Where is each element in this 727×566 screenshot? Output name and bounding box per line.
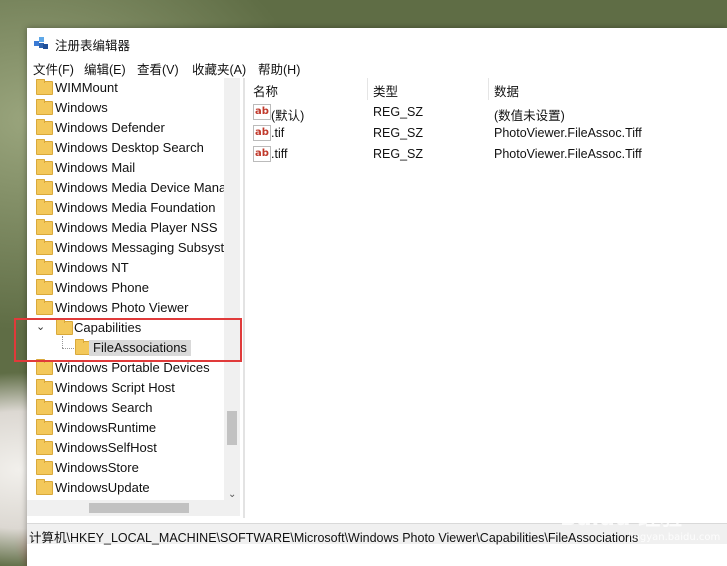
- value-data: PhotoViewer.FileAssoc.Tiff: [494, 147, 642, 161]
- registry-path: 计算机\HKEY_LOCAL_MACHINE\SOFTWARE\Microsof…: [29, 531, 639, 545]
- tree-item-label: Windows Messaging Subsyst: [55, 240, 225, 255]
- pane-splitter[interactable]: [243, 78, 245, 518]
- tree-item[interactable]: Windows Mail: [27, 158, 240, 178]
- tree-item[interactable]: Windows Search: [27, 398, 240, 418]
- string-value-icon: ab: [253, 146, 271, 162]
- tree-item[interactable]: Windows Phone: [27, 278, 240, 298]
- folder-icon: [36, 239, 53, 255]
- value-name: (默认): [271, 109, 305, 123]
- tree-item[interactable]: Windows Desktop Search: [27, 138, 240, 158]
- tree-item-label: WIMMount: [55, 80, 118, 95]
- tree-item-label: Windows NT: [55, 260, 129, 275]
- folder-icon: [36, 199, 53, 215]
- value-type: REG_SZ: [373, 126, 424, 140]
- tree-vertical-scroll-thumb[interactable]: [227, 411, 237, 445]
- folder-icon: [36, 159, 53, 175]
- tree-item[interactable]: WindowsSelfHost: [27, 438, 240, 458]
- tree-vertical-scrollbar[interactable]: ⌄: [224, 78, 240, 500]
- tree-item-label: WindowsRuntime: [55, 420, 157, 435]
- title-bar: 注册表编辑器: [27, 28, 727, 56]
- tree-horizontal-scroll-thumb[interactable]: [89, 503, 189, 513]
- tree-item-label: Windows Script Host: [55, 380, 175, 395]
- tree-item[interactable]: Windows Media Player NSS: [27, 218, 240, 238]
- tree-item-label: Windows Mail: [55, 160, 136, 175]
- column-header-data[interactable]: 数据: [494, 81, 519, 100]
- folder-icon: [36, 99, 53, 115]
- tree-item[interactable]: WIMMount: [27, 78, 240, 98]
- folder-icon: [36, 359, 53, 375]
- registry-tree[interactable]: WIMMount Windows Windows Defender Window…: [27, 78, 240, 530]
- tree-item-label: Windows Defender: [55, 120, 165, 135]
- tree-item-label: Windows Phone: [55, 280, 149, 295]
- value-row[interactable]: ab .tiff REG_SZ PhotoViewer.FileAssoc.Ti…: [247, 144, 727, 164]
- tree-item-label: WindowsUpdate: [55, 480, 150, 495]
- tree-item-label: Windows Photo Viewer: [55, 300, 189, 315]
- folder-icon: [36, 459, 53, 475]
- tree-item-label: Windows Desktop Search: [55, 140, 204, 155]
- registry-editor-icon: [34, 37, 48, 49]
- window-title: 注册表编辑器: [55, 39, 131, 53]
- menu-file[interactable]: 文件(F): [33, 59, 74, 78]
- tree-item-label: WindowsStore: [55, 460, 139, 475]
- tree-item-label: Windows Media Foundation: [55, 200, 216, 215]
- tree-item[interactable]: Windows NT: [27, 258, 240, 278]
- string-value-icon: ab: [253, 104, 271, 120]
- tree-horizontal-scrollbar[interactable]: [27, 500, 240, 516]
- column-separator[interactable]: [488, 78, 489, 100]
- column-separator[interactable]: [367, 78, 368, 100]
- tree-item[interactable]: Windows Media Device Mana: [27, 178, 240, 198]
- tree-item[interactable]: WindowsUpdate: [27, 478, 240, 498]
- column-header-type[interactable]: 类型: [373, 81, 398, 100]
- folder-icon: [36, 379, 53, 395]
- value-row[interactable]: ab .tif REG_SZ PhotoViewer.FileAssoc.Tif…: [247, 123, 727, 143]
- value-row[interactable]: ab (默认) REG_SZ (数值未设置): [247, 102, 727, 123]
- value-name: .tiff: [271, 147, 288, 161]
- folder-icon: [36, 279, 53, 295]
- tree-item[interactable]: WindowsRuntime: [27, 418, 240, 438]
- folder-icon: [36, 79, 53, 95]
- value-data: PhotoViewer.FileAssoc.Tiff: [494, 126, 642, 140]
- tree-item[interactable]: Windows Messaging Subsyst: [27, 238, 240, 258]
- menu-bar: 文件(F) 编辑(E) 查看(V) 收藏夹(A) 帮助(H): [27, 56, 727, 78]
- column-header-name[interactable]: 名称: [253, 81, 278, 100]
- tree-item-label: Windows Search: [55, 400, 153, 415]
- tree-item-label: Windows Media Device Mana: [55, 180, 227, 195]
- value-data: (数值未设置): [494, 109, 565, 123]
- folder-icon: [36, 119, 53, 135]
- tree-item[interactable]: WindowsStore: [27, 458, 240, 478]
- folder-icon: [36, 259, 53, 275]
- value-type: REG_SZ: [373, 105, 424, 119]
- folder-icon: [36, 139, 53, 155]
- registry-editor-window: 注册表编辑器 文件(F) 编辑(E) 查看(V) 收藏夹(A) 帮助(H) WI…: [27, 28, 727, 566]
- tree-item-label: Windows Portable Devices: [55, 360, 210, 375]
- value-name: .tif: [271, 126, 285, 140]
- baidu-watermark: Baidu 经验: [560, 506, 683, 531]
- tree-item[interactable]: Windows Photo Viewer: [27, 298, 240, 318]
- folder-icon: [36, 219, 53, 235]
- scroll-down-icon[interactable]: ⌄: [228, 490, 236, 500]
- menu-help[interactable]: 帮助(H): [258, 59, 300, 78]
- tree-item-label: WindowsSelfHost: [55, 440, 157, 455]
- tree-item[interactable]: Windows Media Foundation: [27, 198, 240, 218]
- menu-view[interactable]: 查看(V): [137, 59, 179, 78]
- string-value-icon: ab: [253, 125, 271, 141]
- folder-icon: [36, 179, 53, 195]
- baidu-watermark-url: jingyan.baidu.com: [628, 532, 721, 543]
- tree-item-label: Windows Media Player NSS: [55, 220, 218, 235]
- tree-item[interactable]: Windows: [27, 98, 240, 118]
- menu-edit[interactable]: 编辑(E): [84, 59, 126, 78]
- annotation-highlight-box: [14, 318, 242, 362]
- value-type: REG_SZ: [373, 147, 424, 161]
- tree-item[interactable]: Windows Script Host: [27, 378, 240, 398]
- folder-icon: [36, 419, 53, 435]
- folder-icon: [36, 399, 53, 415]
- folder-icon: [36, 299, 53, 315]
- values-list[interactable]: 名称 类型 数据 ab (默认) REG_SZ (数值未设置) ab .tif …: [247, 78, 727, 518]
- folder-icon: [36, 479, 53, 495]
- tree-item[interactable]: Windows Defender: [27, 118, 240, 138]
- menu-favorites[interactable]: 收藏夹(A): [192, 59, 246, 78]
- tree-item-label: Windows: [55, 100, 108, 115]
- folder-icon: [36, 439, 53, 455]
